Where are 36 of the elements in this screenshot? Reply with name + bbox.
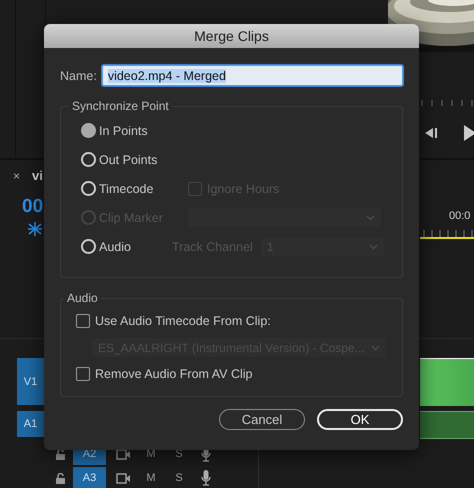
close-icon[interactable]: × <box>13 169 20 183</box>
chevron-icon <box>368 244 378 250</box>
camera-icon[interactable] <box>116 448 131 460</box>
cancel-button[interactable]: Cancel <box>219 409 305 430</box>
ok-button[interactable]: OK <box>317 409 403 430</box>
audio-clip[interactable] <box>420 411 474 439</box>
radio-button[interactable]: In Points <box>81 123 148 138</box>
radio-button[interactable]: Timecode <box>81 181 154 196</box>
step-back-icon[interactable] <box>424 127 438 139</box>
lock-icon[interactable] <box>56 472 65 484</box>
track-header[interactable]: A1 <box>17 411 44 437</box>
snap-icon[interactable] <box>27 222 43 236</box>
field-label: Name: <box>60 68 97 82</box>
play-icon[interactable] <box>464 125 474 141</box>
track-header[interactable]: V1 <box>17 358 44 405</box>
dialog-title: Merge Clips <box>44 24 419 48</box>
group-label: Audio <box>66 291 99 305</box>
radio-button[interactable]: Audio <box>81 239 131 254</box>
lock-icon[interactable] <box>56 448 65 460</box>
solo-toggle[interactable]: S <box>171 472 187 484</box>
panel-tab[interactable]: vi <box>32 168 43 183</box>
radio-button[interactable]: Out Points <box>81 152 158 167</box>
ruler-ticks <box>420 100 474 106</box>
video-clip[interactable] <box>420 358 474 406</box>
chevron-icon <box>371 344 380 350</box>
ruler-time: 00:0 <box>449 210 470 222</box>
name-field[interactable]: video2.mp4 - Merged <box>102 65 403 86</box>
track-label[interactable]: A3 <box>73 467 106 488</box>
microphone-icon[interactable] <box>201 470 211 486</box>
checkbox[interactable]: Remove Audio From AV Clip <box>76 367 388 381</box>
timecode: 00 <box>22 196 44 218</box>
checkbox[interactable]: Use Audio Timecode From Clip: <box>76 314 388 328</box>
group-label: Synchronize Point <box>71 99 170 113</box>
camera-icon[interactable] <box>116 472 131 484</box>
mute-toggle[interactable]: M <box>143 472 159 484</box>
chevron-icon <box>366 214 375 220</box>
